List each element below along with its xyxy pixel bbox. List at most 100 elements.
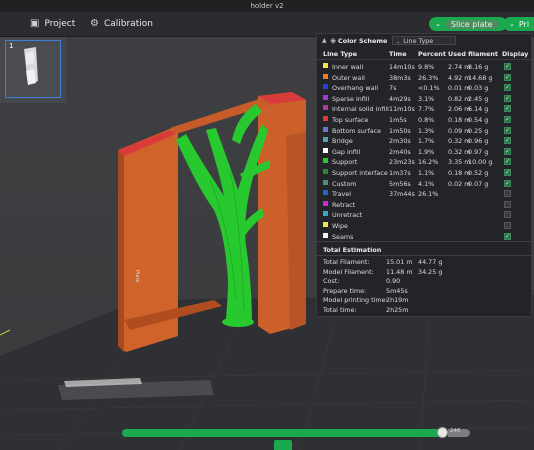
title-bar: holder v2 <box>0 0 534 12</box>
display-checkbox[interactable]: ✓ <box>504 179 511 187</box>
gear-icon: ⚙ <box>90 18 99 29</box>
color-swatch <box>323 126 328 132</box>
total-value: 2h19m <box>386 296 409 304</box>
total-label: Cost: <box>323 277 340 285</box>
legend-row: Wipe <box>317 221 531 232</box>
total-row: Total Filament: 15.01 m 44.77 g <box>317 258 531 268</box>
display-checkbox[interactable]: ✓ <box>504 105 511 113</box>
legend-row: Retract <box>317 200 531 211</box>
color-swatch <box>323 179 328 185</box>
legend-cell-percent: 16.2% <box>418 158 439 167</box>
display-checkbox[interactable]: ✓ <box>504 73 511 81</box>
color-swatch <box>323 158 328 164</box>
color-scheme-select[interactable]: ⌄ Line Type <box>392 36 456 45</box>
legend-cell-name: Gap infill <box>332 147 361 156</box>
legend-cell-percent: 1.7% <box>418 137 435 146</box>
display-checkbox[interactable] <box>504 211 511 219</box>
legend-panel: ▲ ◈ Color Scheme ⌄ Line Type Line Type Ti… <box>316 33 532 317</box>
legend-cell-time: 7s <box>389 84 397 93</box>
legend-cell-name: Inner wall <box>332 63 364 71</box>
total-value2: 34.25 g <box>418 267 443 276</box>
legend-cell-time: 23m23s <box>389 158 415 167</box>
slice-plate-button[interactable]: ⌄ Slice plate <box>429 17 507 31</box>
header-separator <box>317 59 531 60</box>
color-scheme-icon: ◈ <box>330 36 337 45</box>
color-swatch <box>323 84 328 90</box>
legend-cell-weight: 14.68 g <box>468 73 493 82</box>
display-checkbox[interactable] <box>504 200 511 208</box>
legend-cell-weight: 0.52 g <box>468 169 489 177</box>
legend-cell-weight: 0.96 g <box>468 137 489 146</box>
legend-cell-weight: 0.54 g <box>468 116 489 124</box>
calibration-tab[interactable]: ⚙ Calibration <box>90 17 153 31</box>
total-value: 11.48 m <box>386 267 413 276</box>
display-checkbox[interactable]: ✓ <box>504 147 511 155</box>
display-checkbox[interactable]: ✓ <box>504 169 511 176</box>
legend-cell-percent: 3.1% <box>418 94 435 103</box>
legend-cell-name: Unretract <box>332 211 363 220</box>
display-checkbox[interactable]: ✓ <box>504 84 511 92</box>
legend-cell-name: Internal solid infill <box>332 105 389 114</box>
color-swatch <box>323 147 328 153</box>
horizontal-slider-tab[interactable] <box>274 440 292 450</box>
display-checkbox[interactable]: ✓ <box>504 137 511 145</box>
plate-thumbnail-panel: 1 <box>0 37 66 103</box>
collapse-caret-icon[interactable]: ▲ <box>322 37 327 44</box>
legend-cell-percent: 7.7% <box>418 105 435 114</box>
legend-cell-name: Retract <box>332 200 356 209</box>
layer-slider-handle[interactable] <box>437 427 448 438</box>
legend-cell-percent: 4.1% <box>418 179 435 188</box>
legend-cell-percent: 1.1% <box>418 169 435 177</box>
legend-cell-name: Outer wall <box>332 73 365 82</box>
legend-cell-name: Custom <box>332 179 357 188</box>
legend-cell-name: Bottom surface <box>332 126 382 135</box>
legend-cell-time: 14m10s <box>389 63 415 71</box>
total-row: Model Filament: 11.48 m 34.25 g <box>317 268 531 278</box>
legend-cell-name: Sparse infill <box>332 94 370 103</box>
total-row: Model printing time: 2h19m <box>317 296 531 306</box>
legend-cell-percent: 0.8% <box>418 116 435 124</box>
legend-row: Sparse infill 4m29s 3.1% 0.82 m 2.45 g ✓ <box>317 94 531 105</box>
project-tab[interactable]: ▣ Project <box>30 17 75 31</box>
display-checkbox[interactable]: ✓ <box>504 126 511 134</box>
total-estimation-heading: Total Estimation <box>323 246 382 254</box>
legend-cell-percent: 9.8% <box>418 63 435 71</box>
legend-cell-weight: 0.07 g <box>468 179 489 188</box>
chevron-down-icon[interactable]: ⌄ <box>435 20 441 28</box>
legend-cell-weight: 6.14 g <box>468 105 489 114</box>
legend-row: Top surface 1m5s 0.8% 0.18 m 0.54 g ✓ <box>317 115 531 126</box>
legend-cell-name: Bridge <box>332 137 353 146</box>
total-value: 5m45s <box>386 286 408 295</box>
color-swatch <box>323 94 328 100</box>
print-plate-button[interactable]: ⌄ Pri <box>503 17 534 31</box>
display-checkbox[interactable]: ✓ <box>504 232 511 240</box>
color-swatch <box>323 105 328 111</box>
display-checkbox[interactable] <box>504 222 511 229</box>
legend-cell-weight: 10.00 g <box>468 158 493 167</box>
display-checkbox[interactable]: ✓ <box>504 116 511 123</box>
legend-row: Inner wall 14m10s 9.8% 2.74 m 8.16 g ✓ <box>317 62 531 73</box>
plate-thumbnail[interactable]: 1 <box>5 40 61 98</box>
project-icon: ▣ <box>30 18 40 29</box>
display-checkbox[interactable] <box>504 190 511 198</box>
legend-row: Internal solid infill 11m10s 7.7% 2.06 m 6.1… <box>317 104 531 115</box>
dropdown-caret-icon: ⌄ <box>396 39 401 45</box>
color-swatch <box>323 232 328 238</box>
layer-slider-track[interactable] <box>122 429 448 437</box>
calibration-label: Calibration <box>103 19 153 29</box>
col-header-percent: Percent <box>418 50 446 58</box>
color-scheme-title: Color Scheme <box>338 37 388 45</box>
display-checkbox[interactable]: ✓ <box>504 94 511 102</box>
print-chevron-down-icon[interactable]: ⌄ <box>509 20 515 28</box>
legend-cell-time: 38m3s <box>389 73 411 82</box>
thumbnail-preview-icon <box>24 47 38 85</box>
legend-row: Bottom surface 1m50s 1.3% 0.09 m 0.25 g ✓ <box>317 126 531 137</box>
slice-plate-label: Slice plate <box>444 19 499 29</box>
legend-row: Travel 37m44s 26.1% <box>317 189 531 200</box>
display-checkbox[interactable]: ✓ <box>504 63 511 70</box>
total-label: Model Filament: <box>323 267 374 276</box>
display-checkbox[interactable]: ✓ <box>504 158 511 166</box>
layer-slider-value: 246 <box>450 428 461 434</box>
legend-cell-time: 2m30s <box>389 137 411 146</box>
total-label: Prepare time: <box>323 286 367 295</box>
